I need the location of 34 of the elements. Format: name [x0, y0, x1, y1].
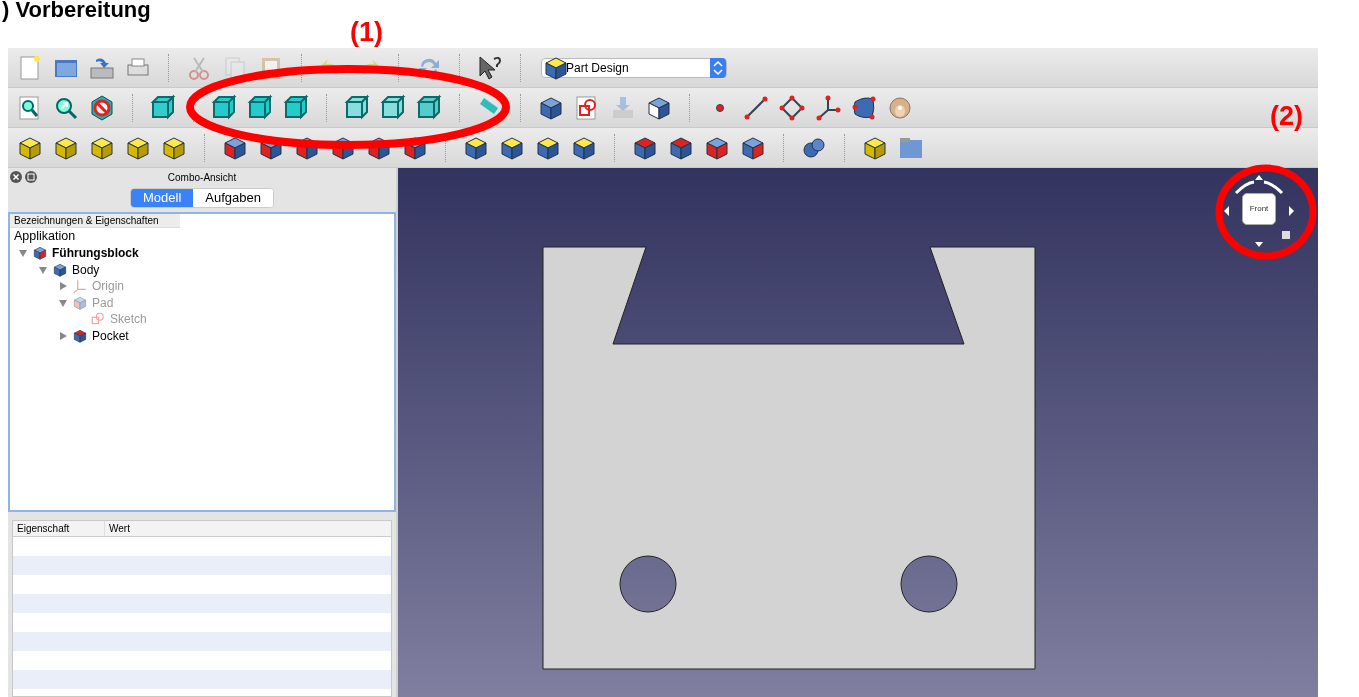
no-entry-icon[interactable] — [88, 93, 116, 122]
tree-item-label[interactable]: Führungsblock — [52, 244, 139, 263]
expander-icon[interactable] — [58, 330, 68, 341]
cube-view-icon[interactable] — [343, 93, 371, 122]
tree-item-label[interactable]: Pocket — [92, 326, 129, 345]
cursor-question-icon[interactable] — [476, 53, 504, 82]
cube-view-icon[interactable] — [210, 93, 238, 122]
column-header: Eigenschaft — [17, 522, 70, 536]
slide-heading: ) Vorbereitung — [2, 0, 151, 24]
annotation-label: (1) — [350, 16, 383, 49]
navigation-cube-face[interactable]: Front — [1242, 193, 1276, 225]
cube-view-icon[interactable] — [379, 93, 407, 122]
stepper-icon — [710, 57, 726, 78]
column-header: Bezeichnungen & Eigenschaften — [14, 214, 159, 228]
rhombus-icon[interactable] — [778, 93, 806, 122]
expander-icon[interactable] — [58, 281, 68, 292]
cube-view-icon[interactable] — [246, 93, 274, 122]
cube-view-icon[interactable] — [149, 93, 177, 122]
tab[interactable]: Modell — [131, 189, 194, 207]
3d-viewport[interactable]: Front — [398, 168, 1318, 697]
expander-icon[interactable] — [18, 248, 28, 259]
tree-root-label: Applikation — [14, 228, 76, 246]
close-icon[interactable] — [10, 171, 22, 183]
workbench-selector[interactable]: Part Design — [541, 57, 727, 78]
expander-icon[interactable] — [58, 297, 68, 308]
panel-title: Combo-Ansicht — [167, 170, 237, 185]
annotation-label: (2) — [1270, 100, 1303, 133]
axes-icon[interactable] — [814, 93, 842, 122]
float-icon[interactable] — [25, 171, 37, 183]
expander-icon[interactable] — [38, 264, 48, 275]
column-header: Wert — [109, 522, 130, 536]
cube-view-icon[interactable] — [282, 93, 310, 122]
cube-view-icon[interactable] — [415, 93, 443, 122]
tree-item-label[interactable]: Body — [72, 260, 100, 279]
